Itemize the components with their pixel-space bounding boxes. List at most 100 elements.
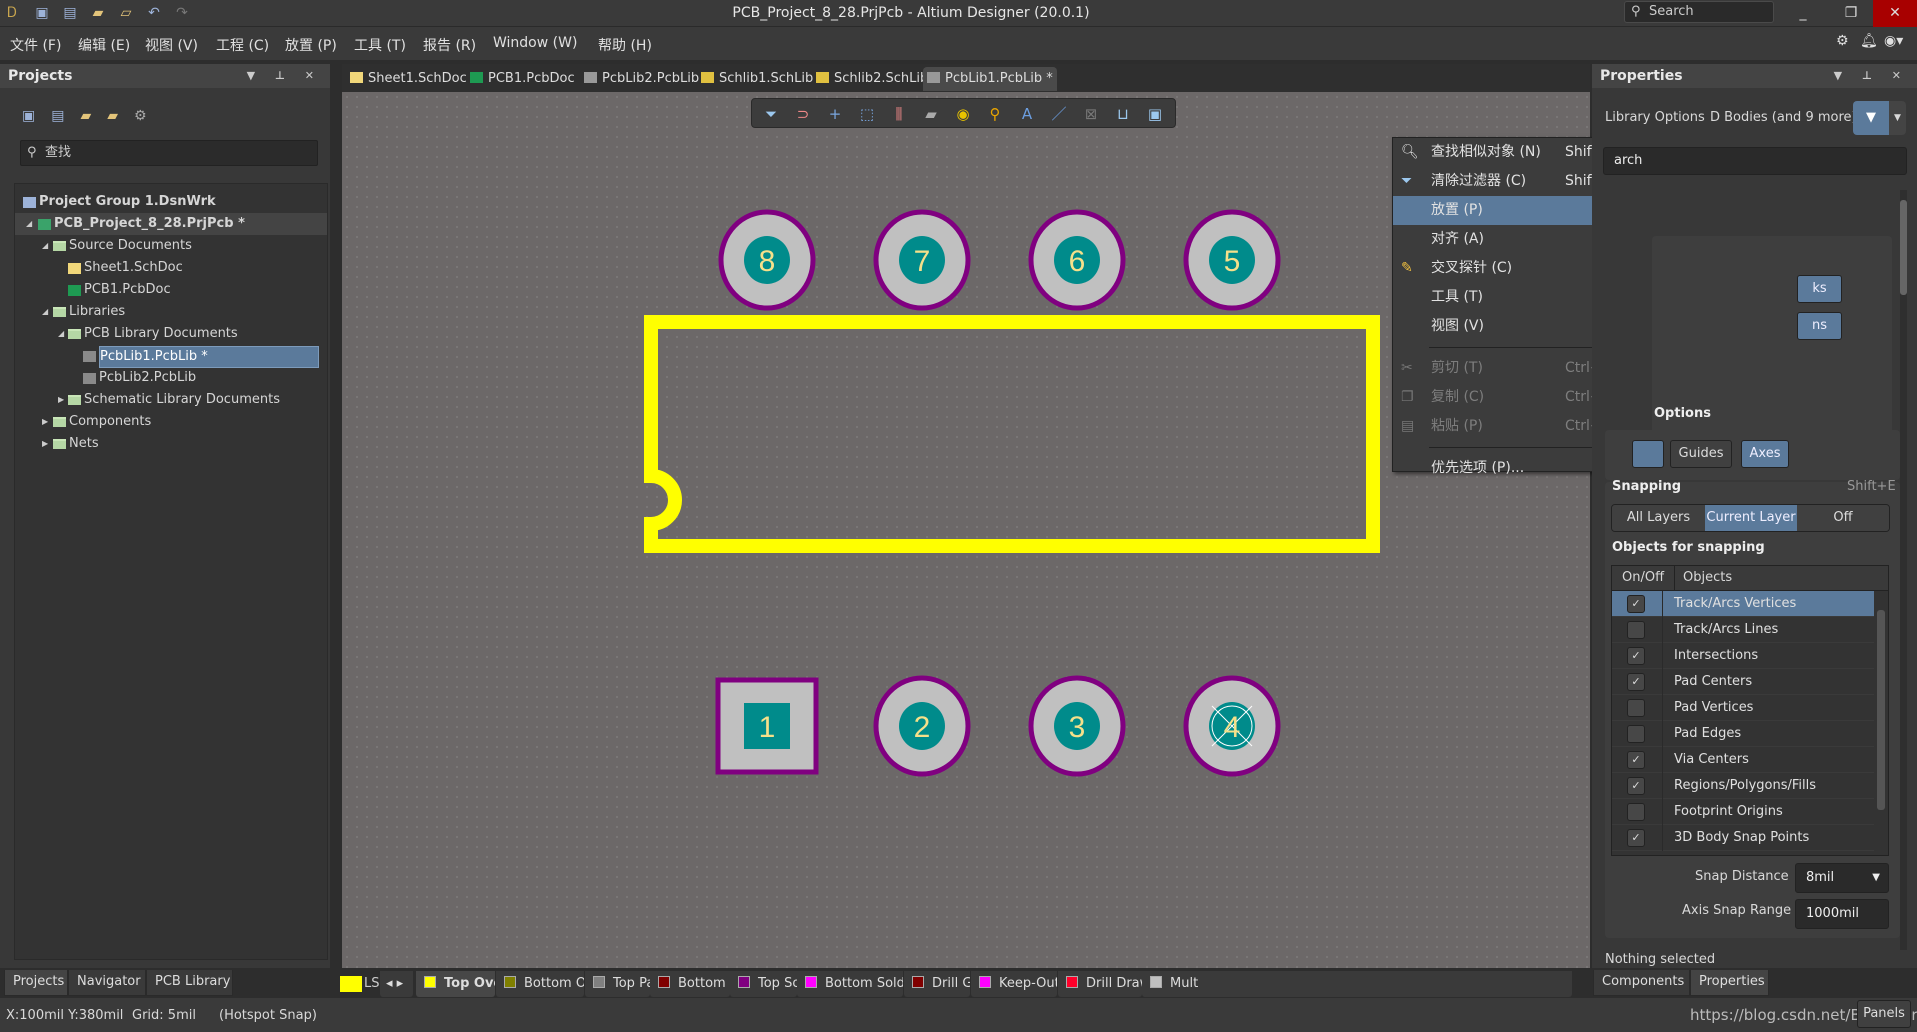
menu-edit[interactable]: 编辑 (E)	[78, 35, 130, 55]
scrollbar-thumb[interactable]	[1900, 200, 1907, 295]
menu-window[interactable]: Window (W)	[493, 35, 577, 51]
tab-pcb-library[interactable]: PCB Library	[146, 970, 233, 996]
filter-value[interactable]: D Bodies (and 9 more)	[1710, 110, 1857, 125]
current-layer-swatch[interactable]	[340, 976, 362, 992]
tab-navigator[interactable]: Navigator	[68, 970, 146, 996]
table-row[interactable]: Track/Arcs Lines	[1612, 617, 1874, 643]
save-icon[interactable]: ▣	[22, 108, 51, 124]
menu-place[interactable]: 放置 (P)	[285, 35, 337, 55]
doc-tab[interactable]: Sheet1.SchDoc	[346, 67, 471, 91]
checkbox[interactable]	[1627, 699, 1645, 717]
menu-view[interactable]: 视图 (V)	[145, 35, 198, 55]
table-row[interactable]: ✓ Pad Centers	[1612, 669, 1874, 695]
projects-search-input[interactable]: ⚲ 查找	[20, 140, 318, 166]
pad[interactable]: 5	[1183, 209, 1281, 311]
checkbox[interactable]: ✓	[1627, 673, 1645, 691]
collapsed-icon[interactable]: ▶	[58, 389, 64, 411]
select-rect-icon[interactable]: ⬚	[858, 105, 876, 123]
scroll-right-icon[interactable]: ▸	[397, 976, 404, 991]
expanded-icon[interactable]: ◢	[42, 235, 48, 257]
table-row[interactable]: ✓ 3D Body Snap Points	[1612, 825, 1874, 851]
collapsed-icon[interactable]: ▶	[42, 433, 48, 455]
properties-scrollbar[interactable]	[1900, 190, 1907, 950]
component-icon[interactable]: ▰	[922, 105, 940, 123]
snap-off[interactable]: Off	[1797, 505, 1889, 531]
text-icon[interactable]: A	[1018, 105, 1036, 123]
region-icon[interactable]: ▣	[1146, 105, 1164, 123]
menu-tools[interactable]: 工具 (T)	[354, 35, 406, 55]
table-row[interactable]: ✓ Track/Arcs Vertices	[1612, 591, 1874, 617]
table-row[interactable]: Footprint Origins	[1612, 799, 1874, 825]
expanded-icon[interactable]: ◢	[58, 323, 64, 345]
panels-button[interactable]: Panels	[1857, 1000, 1911, 1028]
layer-tab[interactable]: Drill Drawing	[1058, 971, 1142, 997]
doc-tab[interactable]: PCB1.PcbDoc	[466, 67, 579, 91]
table-row[interactable]: ✓ Regions/Polygons/Fills	[1612, 773, 1874, 799]
pad-icon[interactable]: ◉	[954, 105, 972, 123]
checkbox[interactable]	[1627, 803, 1645, 821]
doc-tab[interactable]: Schlib2.SchLib	[812, 67, 932, 91]
filter-dropdown-button[interactable]: ▼	[1889, 101, 1906, 135]
restore-button[interactable]: ❐	[1829, 0, 1873, 27]
tree-item[interactable]: ▶ Nets	[15, 433, 327, 455]
tree-item[interactable]: Sheet1.SchDoc	[15, 257, 327, 279]
snap-distance-dropdown[interactable]: 8mil ▼	[1795, 863, 1889, 893]
via-icon[interactable]: ⚲	[986, 105, 1004, 123]
bell-icon[interactable]: 🔔︎	[1860, 33, 1878, 49]
pad[interactable]: 1	[715, 677, 819, 775]
table-row[interactable]: ✓ Via Centers	[1612, 747, 1874, 773]
tree-item[interactable]: ◢ PCB Library Documents	[15, 323, 327, 345]
minimize-button[interactable]: _	[1781, 0, 1825, 27]
table-scrollbar[interactable]	[1877, 596, 1885, 851]
layer-tab[interactable]: Top Solder	[730, 971, 797, 997]
folder-search-icon[interactable]: ▰	[80, 108, 107, 124]
checkbox[interactable]	[1627, 621, 1645, 639]
pad[interactable]: 8	[718, 209, 816, 311]
tab-projects[interactable]: Projects	[4, 970, 68, 996]
layer-tab[interactable]: Bottom Paste	[650, 971, 730, 997]
table-row[interactable]: ✓ Intersections	[1612, 643, 1874, 669]
checkbox[interactable]: ✓	[1627, 829, 1645, 847]
menu-reports[interactable]: 报告 (R)	[423, 35, 476, 55]
tree-item[interactable]: Project Group 1.DsnWrk	[15, 191, 327, 213]
table-row[interactable]: Pad Vertices	[1612, 695, 1874, 721]
dimension-icon[interactable]: ⊔	[1114, 105, 1132, 123]
pad[interactable]: 4	[1183, 675, 1281, 777]
tree-item[interactable]: PcbLib1.PcbLib *	[15, 345, 327, 368]
expanded-icon[interactable]: ◢	[26, 213, 32, 235]
user-icon[interactable]: ◉▾	[1884, 33, 1903, 49]
layer-set-button[interactable]: LS	[364, 976, 380, 991]
checkbox[interactable]: ✓	[1627, 647, 1645, 665]
global-search-input[interactable]: ⚲ Search	[1624, 1, 1774, 23]
tree-item[interactable]: PcbLib2.PcbLib	[15, 367, 327, 389]
tree-item[interactable]: ▶ Components	[15, 411, 327, 433]
scrollbar-thumb[interactable]	[1877, 610, 1885, 810]
table-row[interactable]: Pad Edges	[1612, 721, 1874, 747]
documents-icon[interactable]: ▤	[51, 108, 80, 124]
menu-file[interactable]: 文件 (F)	[10, 35, 61, 55]
measure-icon[interactable]: ⊠	[1082, 105, 1100, 123]
gear-icon[interactable]: ⚙	[1836, 33, 1849, 49]
snap-current-layer[interactable]: Current Layer	[1705, 505, 1797, 531]
layer-tab[interactable]: Bottom Overlay	[496, 971, 584, 997]
tree-item[interactable]: ◢ Source Documents	[15, 235, 327, 257]
collapsed-icon[interactable]: ▶	[42, 411, 48, 433]
close-button[interactable]: ✕	[1873, 0, 1917, 27]
doc-tab[interactable]: PcbLib1.PcbLib *	[923, 67, 1057, 91]
filter-icon[interactable]: ⏷	[762, 105, 780, 123]
menu-project[interactable]: 工程 (C)	[216, 35, 269, 55]
tree-item[interactable]: ◢ PCB_Project_8_28.PrjPcb *	[15, 213, 327, 235]
hidden-button-1[interactable]: ks	[1797, 275, 1842, 303]
layer-tab[interactable]: Keep-Out Layer	[971, 971, 1057, 997]
tree-item[interactable]: ◢ Libraries	[15, 301, 327, 323]
checkbox[interactable]: ✓	[1627, 777, 1645, 795]
properties-search-input[interactable]: arch	[1603, 147, 1907, 175]
tab-properties[interactable]: Properties	[1690, 970, 1769, 996]
panel-controls[interactable]: ▼ ⊥ ✕	[247, 69, 322, 82]
pad[interactable]: 7	[873, 209, 971, 311]
pad[interactable]: 3	[1028, 675, 1126, 777]
layer-tab[interactable]: Bottom Solder	[797, 971, 903, 997]
gear-icon[interactable]: ⚙	[134, 108, 163, 124]
layer-tab[interactable]: Mult	[1142, 971, 1572, 997]
snap-all-layers[interactable]: All Layers	[1612, 505, 1705, 531]
